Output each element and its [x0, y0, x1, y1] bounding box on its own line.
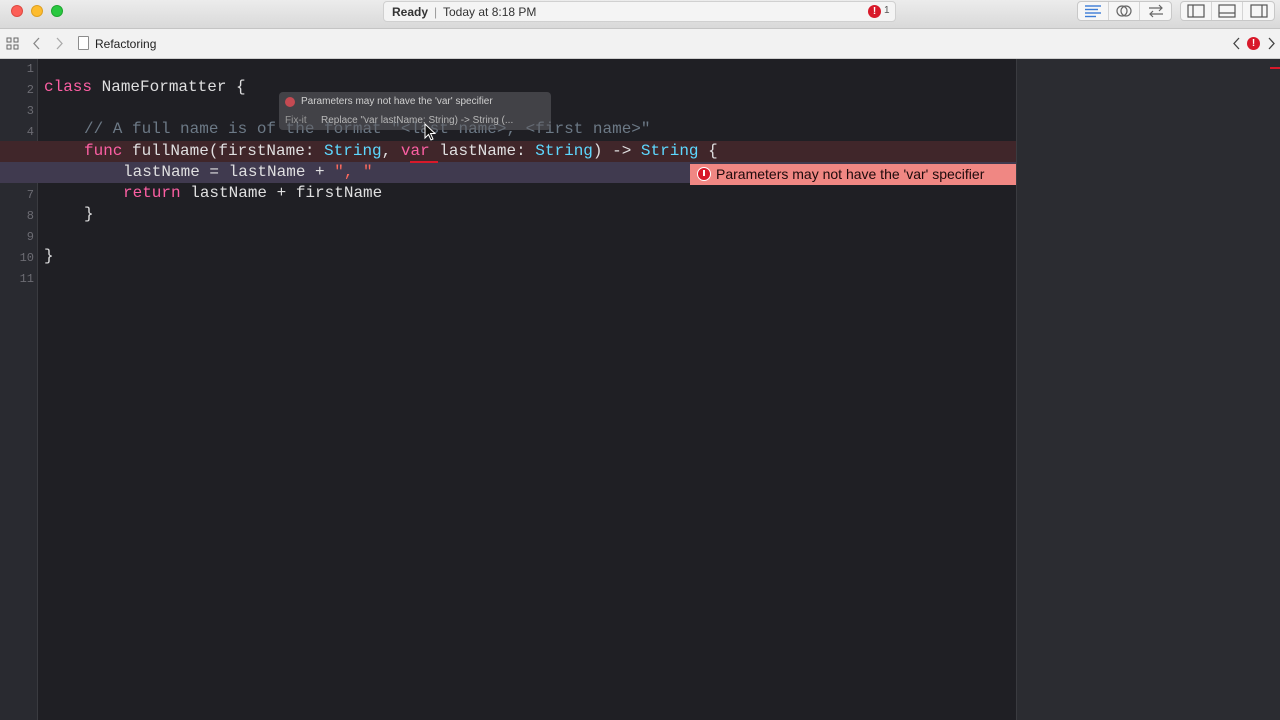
mouse-pointer-icon — [424, 123, 437, 141]
keyword-return: return — [123, 184, 181, 202]
close-window-button[interactable] — [11, 5, 23, 17]
navigator-toggle-icon[interactable] — [1181, 2, 1212, 20]
forward-chevron-icon[interactable] — [55, 37, 63, 55]
build-status: Ready — [392, 5, 429, 19]
code-token: { — [698, 142, 718, 160]
line-number: 11 — [19, 272, 34, 286]
editor-mode-segment — [1077, 1, 1172, 21]
code-token: lastName: — [429, 142, 536, 160]
debug-area-toggle-icon[interactable] — [1212, 2, 1243, 20]
code-token: lastName = lastName + — [123, 163, 335, 181]
keyword: class — [44, 78, 93, 96]
view-toggles-segment — [1180, 1, 1275, 21]
window-toolbar: Ready | Today at 8:18 PM ! 1 — [0, 0, 1280, 29]
minimap[interactable] — [1016, 59, 1280, 720]
code-token: ) -> — [592, 142, 641, 160]
next-issue-chevron-icon[interactable] — [1267, 37, 1275, 55]
error-indicator-icon[interactable]: ! — [868, 5, 881, 18]
code-token: fullName(firstName: — [122, 142, 325, 160]
utilities-toggle-icon[interactable] — [1243, 2, 1274, 20]
type-token: String — [324, 142, 382, 160]
string-literal: ", " — [334, 163, 373, 181]
error-count[interactable]: 1 — [884, 5, 890, 16]
code-line-5[interactable]: func fullName(firstName: String, var las… — [84, 141, 718, 162]
activity-viewer: Ready | Today at 8:18 PM ! 1 — [383, 1, 896, 22]
swift-file-icon — [78, 36, 89, 50]
error-message: Parameters may not have the 'var' specif… — [716, 166, 985, 182]
fixit-message: Parameters may not have the 'var' specif… — [301, 96, 493, 107]
fixit-label: Fix-it — [285, 115, 307, 126]
code-line-6[interactable]: lastName = lastName + ", " — [123, 162, 373, 183]
zoom-window-button[interactable] — [51, 5, 63, 17]
related-items-grid-icon[interactable] — [6, 37, 19, 55]
standard-editor-icon[interactable] — [1078, 2, 1109, 20]
line-number: 4 — [26, 125, 34, 139]
line-number: 10 — [19, 251, 34, 265]
build-timestamp: Today at 8:18 PM — [443, 5, 537, 19]
issue-error-icon[interactable]: ! — [1247, 37, 1260, 50]
line-number: 8 — [26, 209, 34, 223]
type-token: String — [640, 142, 699, 160]
code-line-10[interactable]: } — [44, 246, 54, 267]
inline-error-banner[interactable]: Parameters may not have the 'var' specif… — [690, 164, 1016, 185]
fixit-popup[interactable]: Parameters may not have the 'var' specif… — [279, 92, 551, 130]
error-underline — [410, 161, 438, 163]
jump-bar: Refactoring ! — [0, 29, 1280, 59]
code-token: , — [381, 142, 401, 160]
keyword-var: var — [400, 142, 430, 160]
code-token: lastName + firstName — [180, 184, 383, 202]
code-line-2[interactable]: class NameFormatter { — [44, 77, 246, 98]
class-declaration: NameFormatter { — [92, 78, 246, 96]
line-number: 2 — [26, 83, 34, 97]
keyword-func: func — [84, 142, 123, 160]
fixit-error-icon — [285, 97, 295, 107]
activity-separator: | — [434, 5, 438, 19]
previous-issue-chevron-icon[interactable] — [1233, 37, 1241, 55]
fixit-action[interactable]: Replace "var lastName: String) -> String… — [321, 115, 513, 126]
back-chevron-icon[interactable] — [33, 37, 41, 55]
version-editor-icon[interactable] — [1140, 2, 1171, 20]
minimap-error-marker — [1270, 67, 1280, 69]
code-line-8[interactable]: } — [84, 204, 94, 225]
line-number: 1 — [26, 62, 34, 76]
type-token: String — [535, 142, 593, 160]
line-number: 3 — [26, 104, 34, 118]
assistant-editor-icon[interactable] — [1109, 2, 1140, 20]
code-line-7[interactable]: return lastName + firstName — [123, 183, 382, 204]
line-number: 7 — [26, 188, 34, 202]
line-number: 9 — [26, 230, 34, 244]
breadcrumb-file[interactable]: Refactoring — [95, 37, 156, 51]
error-icon — [697, 167, 711, 181]
minimize-window-button[interactable] — [31, 5, 43, 17]
